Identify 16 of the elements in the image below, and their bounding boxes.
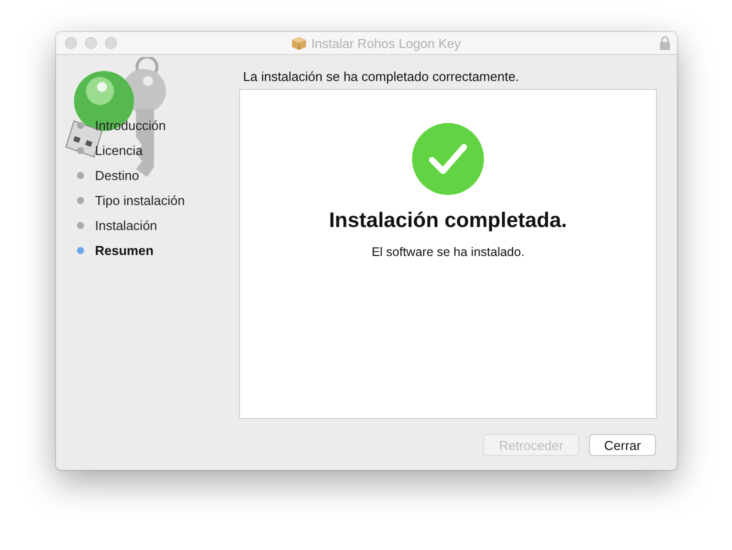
status-text: La instalación se ha completado correctamente.: [243, 69, 520, 86]
step-label: Tipo instalación: [95, 193, 185, 208]
step-label: Instalación: [95, 218, 158, 233]
package-icon: [291, 36, 308, 50]
close-installer-button[interactable]: Cerrar: [589, 434, 656, 456]
step-label: Licencia: [95, 143, 143, 158]
zoom-button[interactable]: [105, 37, 117, 49]
step-label: Destino: [95, 168, 140, 183]
lock-icon: [659, 36, 671, 50]
close-button[interactable]: [65, 37, 77, 49]
step-label: Resumen: [95, 243, 154, 258]
completion-heading: Instalación completada.: [328, 209, 568, 233]
window-title: Instalar Rohos Logon Key: [311, 36, 461, 50]
minimize-button[interactable]: [85, 37, 97, 49]
checkmark-icon: [412, 123, 484, 195]
completion-message: El software se ha instalado.: [372, 245, 524, 259]
